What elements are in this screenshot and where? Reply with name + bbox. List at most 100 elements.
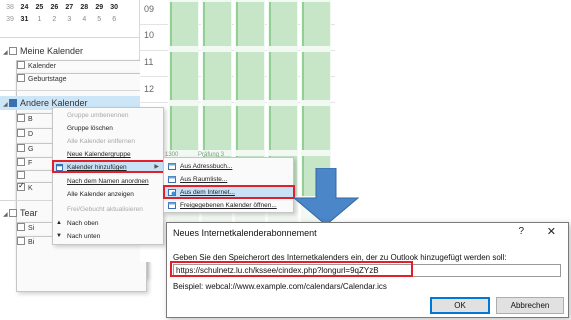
highlight-frame-url	[170, 261, 413, 277]
mini-calendar-day[interactable]: 6	[108, 16, 121, 23]
mini-calendar-day[interactable]: 27	[63, 4, 76, 11]
appointment[interactable]	[170, 52, 198, 100]
appointment[interactable]	[236, 106, 264, 150]
shared-calendar-icon	[168, 202, 176, 209]
calendar-checkbox[interactable]	[17, 61, 25, 69]
menu-item-refresh-free-busy[interactable]: Frei/Gebucht aktualisieren	[53, 204, 163, 215]
submenu-item-label: Aus Adressbuch...	[180, 163, 233, 170]
menu-item-label: Gruppe umbenennen	[67, 112, 129, 119]
mini-calendar-day[interactable]: 26	[48, 4, 61, 11]
room-list-icon	[168, 176, 176, 183]
appointment[interactable]	[302, 2, 330, 46]
calendar-checkbox[interactable]	[17, 114, 25, 122]
calendar-checkbox-checked[interactable]	[17, 181, 25, 191]
menu-item-sort-by-name[interactable]: Nach dem Namen anordnen	[53, 176, 163, 187]
appointment[interactable]	[269, 52, 297, 100]
menu-item-label: Nach unten	[67, 233, 101, 240]
calendar-item-label: Kalender	[28, 63, 57, 70]
appointment[interactable]	[302, 106, 330, 150]
cancel-button[interactable]: Abbrechen	[496, 297, 564, 314]
mini-calendar-day[interactable]: 29	[93, 4, 106, 11]
arrow-up-icon: ▲	[56, 220, 62, 226]
calendar-checkbox[interactable]	[17, 144, 25, 152]
calendar-item-label: G	[28, 146, 34, 153]
calendar-item-label: F	[28, 160, 33, 167]
calendar-group-teams[interactable]: ◢ Tear	[3, 208, 38, 218]
appointment[interactable]	[170, 106, 198, 150]
down-arrow-icon	[292, 168, 360, 226]
calendar-checkbox[interactable]	[17, 74, 25, 82]
menu-item-move-down[interactable]: ▼ Nach unten	[53, 231, 163, 242]
divider	[0, 90, 140, 91]
appointment[interactable]	[203, 106, 231, 150]
dialog-example-text: Beispiel: webcal://www.example.com/calen…	[173, 282, 387, 291]
calendar-item-label: Geburtstage	[28, 76, 67, 83]
hour-label: 12	[144, 84, 155, 94]
calendar-group-my-calendars[interactable]: ◢ Meine Kalender	[3, 46, 83, 56]
mini-calendar-day[interactable]: 31	[18, 16, 31, 23]
calendar-checkbox[interactable]	[17, 237, 25, 245]
mini-calendar-day[interactable]: 1	[33, 16, 46, 23]
group-checkbox[interactable]	[9, 47, 17, 55]
menu-item-label: Frei/Gebucht aktualisieren	[67, 206, 143, 213]
appointment[interactable]	[236, 52, 264, 100]
submenu-item-label: Aus Raumliste...	[180, 176, 228, 183]
menu-item-label: Nach dem Namen anordnen	[67, 178, 149, 185]
menu-item-remove-all-calendars[interactable]: Alle Kalender entfernen	[53, 136, 163, 147]
menu-item-label: Nach oben	[67, 220, 99, 227]
help-icon[interactable]: ?	[518, 226, 524, 237]
appointment[interactable]	[302, 52, 330, 100]
mini-calendar-day[interactable]: 3	[63, 16, 76, 23]
group-label: Meine Kalender	[20, 46, 84, 56]
mini-calendar: 38 24 25 26 27 28 29 30 39 31 1 2 3 4 5 …	[4, 4, 121, 28]
mini-calendar-day[interactable]: 28	[78, 4, 91, 11]
calendar-checkbox[interactable]	[17, 223, 25, 231]
submenu-item-open-shared-calendar[interactable]: Freigegebenen Kalender öffnen...	[164, 200, 293, 211]
appointment[interactable]	[269, 106, 297, 150]
week-number: 38	[6, 4, 14, 11]
menu-item-label: Gruppe löschen	[67, 125, 113, 132]
group-label: Tear	[20, 208, 38, 218]
calendar-item-label: Si	[28, 225, 35, 232]
calendar-item-label: D	[28, 131, 34, 138]
mini-calendar-day[interactable]: 30	[108, 4, 121, 11]
submenu-item-label: Freigegebenen Kalender öffnen...	[180, 202, 277, 209]
menu-item-label: Alle Kalender entfernen	[67, 138, 135, 145]
mini-calendar-week-row: 38 24 25 26 27 28 29 30	[4, 4, 121, 16]
mini-calendar-week-row: 39 31 1 2 3 4 5 6	[4, 16, 121, 28]
calendar-checkbox[interactable]	[17, 171, 25, 179]
arrow-down-icon: ▼	[56, 233, 62, 239]
mini-calendar-day[interactable]: 4	[78, 16, 91, 23]
group-checkbox[interactable]	[9, 99, 17, 107]
menu-item-new-calendar-group[interactable]: Neue Kalendergruppe	[53, 149, 163, 160]
divider	[0, 37, 140, 38]
submenu-item-from-address-book[interactable]: Aus Adressbuch...	[164, 161, 293, 172]
dialog-title: Neues Internetkalenderabonnement	[173, 228, 317, 238]
group-checkbox[interactable]	[9, 209, 17, 217]
calendar-checkbox[interactable]	[17, 158, 25, 166]
menu-item-rename-group[interactable]: Gruppe umbenennen	[53, 110, 163, 121]
ok-button[interactable]: OK	[430, 297, 490, 314]
week-number: 39	[6, 16, 14, 23]
calendar-checkbox[interactable]	[17, 129, 25, 137]
mini-calendar-day[interactable]: 5	[93, 16, 106, 23]
appointment[interactable]	[170, 2, 198, 46]
address-book-icon	[168, 163, 176, 170]
menu-item-label: Neue Kalendergruppe	[67, 151, 131, 158]
appointment[interactable]	[203, 52, 231, 100]
hour-label: 10	[144, 30, 155, 40]
mini-calendar-day[interactable]: 25	[33, 4, 46, 11]
menu-item-show-all-calendars[interactable]: Alle Kalender anzeigen	[53, 189, 163, 200]
mini-calendar-day[interactable]: 2	[48, 16, 61, 23]
menu-item-delete-group[interactable]: Gruppe löschen	[53, 123, 163, 134]
appointment[interactable]	[269, 2, 297, 46]
menu-item-move-up[interactable]: ▲ Nach oben	[53, 218, 163, 229]
submenu-item-from-room-list[interactable]: Aus Raumliste...	[164, 174, 293, 185]
hour-label: 09	[144, 4, 155, 14]
group-context-menu: Gruppe umbenennen Gruppe löschen Alle Ka…	[52, 107, 164, 245]
close-icon[interactable]: ✕	[547, 225, 556, 238]
highlight-frame-add-calendar	[52, 160, 165, 173]
mini-calendar-day[interactable]: 24	[18, 4, 31, 11]
appointment[interactable]	[236, 2, 264, 46]
appointment[interactable]	[203, 2, 231, 46]
